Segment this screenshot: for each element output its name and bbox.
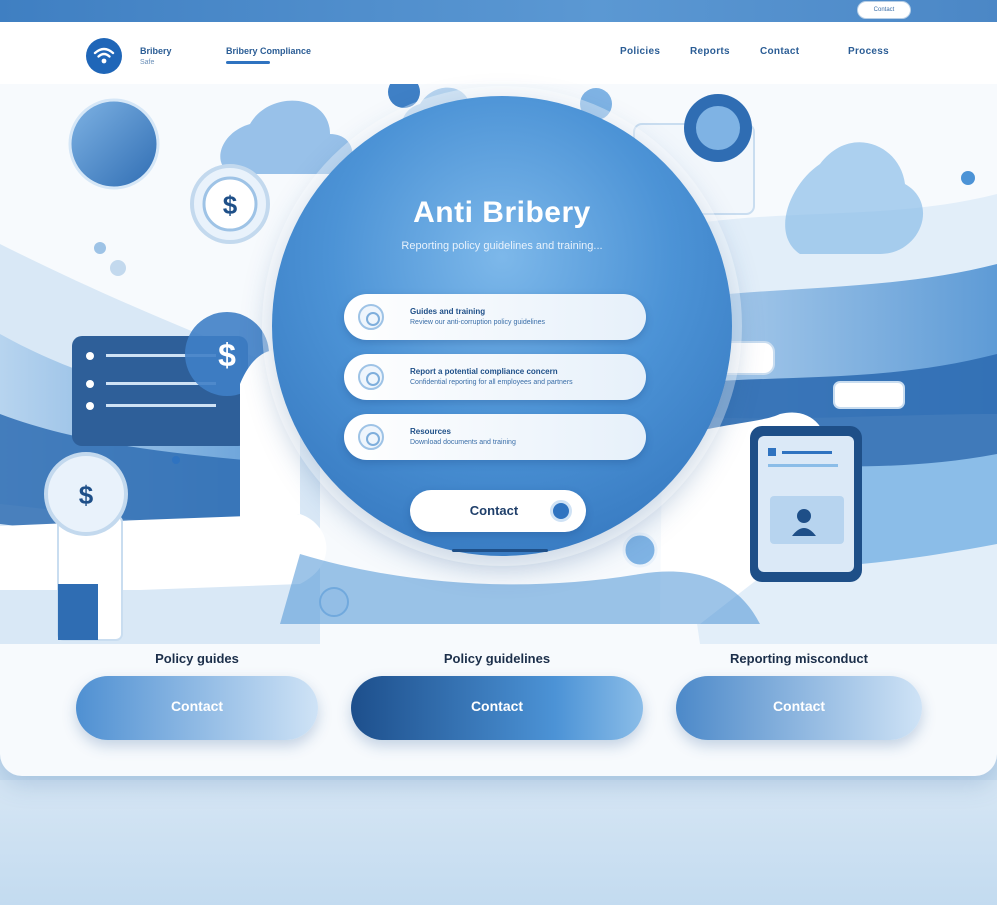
contact-button-label: Contact xyxy=(470,698,524,714)
contact-button-3[interactable]: Contact xyxy=(676,676,922,740)
hero-contact-button[interactable]: Contact xyxy=(410,490,586,532)
option-description: Review our anti-corruption policy guidel… xyxy=(410,319,546,326)
svg-text:$: $ xyxy=(218,337,236,373)
brand-tagline: Safe xyxy=(140,59,155,66)
nav-item-policies[interactable]: Policies xyxy=(620,46,660,57)
logo[interactable] xyxy=(86,38,122,74)
document-icon xyxy=(358,424,384,450)
site-card: Contact Bribery Safe Bribery Compliance … xyxy=(0,0,997,776)
option-title: Guides and training xyxy=(410,307,486,316)
contact-button-label: Contact xyxy=(170,698,224,714)
option-resources[interactable]: Resources Download documents and trainin… xyxy=(344,414,646,460)
top-bar xyxy=(0,0,997,22)
nav-item-reports[interactable]: Reports xyxy=(690,46,730,57)
svg-text:$: $ xyxy=(223,190,238,220)
contact-button-1[interactable]: Contact xyxy=(76,676,318,740)
nav-item-process[interactable]: Process xyxy=(848,46,889,57)
target-icon xyxy=(358,364,384,390)
hero-divider xyxy=(452,549,548,552)
option-description: Download documents and training xyxy=(410,439,516,446)
brand-name: Bribery xyxy=(140,46,172,56)
top-contact-button[interactable]: Contact xyxy=(857,1,911,19)
section-title-reporting: Reporting misconduct xyxy=(730,651,868,666)
option-report[interactable]: Report a potential compliance concern Co… xyxy=(344,354,646,400)
nav-active-indicator xyxy=(226,61,270,64)
brand: Bribery Safe xyxy=(140,45,172,69)
hero-title: Anti Bribery xyxy=(413,196,591,229)
contact-button-2[interactable]: Contact xyxy=(351,676,643,740)
shield-icon xyxy=(358,304,384,330)
nav-item-contact[interactable]: Contact xyxy=(760,46,799,57)
nav-title-link[interactable]: Bribery Compliance xyxy=(226,46,311,56)
lock-icon xyxy=(550,500,572,522)
option-guides[interactable]: Guides and training Review our anti-corr… xyxy=(344,294,646,340)
contact-button-label: Contact xyxy=(772,698,826,714)
option-title: Resources xyxy=(410,427,451,436)
section-title-policy-guides: Policy guides xyxy=(155,651,239,666)
option-description: Confidential reporting for all employees… xyxy=(410,379,573,386)
option-title: Report a potential compliance concern xyxy=(410,367,558,376)
svg-text:$: $ xyxy=(79,480,94,510)
page-background xyxy=(0,780,997,905)
section-title-policy-guidelines: Policy guidelines xyxy=(443,651,551,666)
wifi-shield-icon xyxy=(93,47,115,64)
hero-subtitle: Reporting policy guidelines and training… xyxy=(401,240,603,252)
